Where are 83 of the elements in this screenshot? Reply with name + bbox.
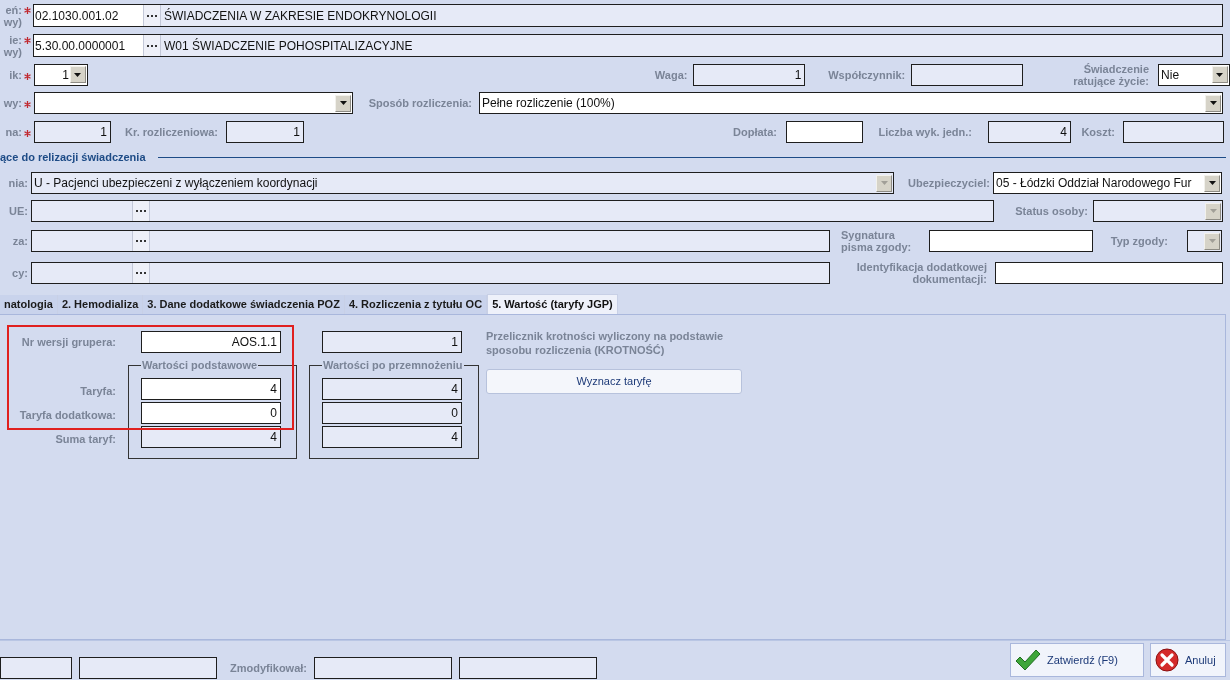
dropdown-button[interactable] [335,94,351,112]
caret-icon [1209,101,1217,105]
tab[interactable]: 2. Hemodializa [57,295,144,314]
field-label: UE: [8,205,29,217]
code-input[interactable]: 02.1030.001.02 [34,5,143,26]
tab[interactable]: 5. Wartość (taryfy JGP) [487,294,618,314]
field-label: Taryfa: [80,384,116,399]
input-field[interactable] [0,657,72,679]
dropdown-field[interactable]: 05 - Łódzki Oddział Narodowego Fur [993,172,1222,194]
code-input[interactable]: 5.30.00.0000001 [34,35,143,56]
field-label: Waga: [653,68,688,81]
field-label: na: [4,125,22,138]
input-field[interactable]: 4 [322,378,462,400]
input-field[interactable]: AOS.1.1 [141,331,281,353]
dropdown-button[interactable] [1212,66,1228,83]
dropdown-field[interactable]: 1 [33,63,88,86]
dropdown-button[interactable] [1205,94,1221,112]
input-field[interactable] [929,230,1093,252]
field-label: Nr wersji grupera: [21,335,116,350]
tab[interactable]: 3. Dane dodatkowe świadczenia POZ [143,295,345,314]
note-text: Przelicznik krotności wyliczony na podstawie sposobu rozliczenia (KROTNOŚĆ) [486,329,725,357]
field-label: Liczba wyk. jedn.: [877,125,972,138]
browse-button[interactable] [143,5,161,26]
input-field[interactable]: 4 [322,426,462,448]
lookup-text: ŚWIADCZENIA W ZAKRESIE ENDOKRYNOLOGII [163,7,438,25]
caret-icon [339,101,347,105]
ellipsis-icon [147,44,157,47]
dropdown-button[interactable] [69,66,86,83]
field-label: ie: wy) [2,34,22,58]
field-label: Taryfa dodatkowa: [19,408,116,423]
caret-icon [74,72,82,77]
caret-icon [880,181,888,185]
tab[interactable]: 4. Rozliczenia z tytułu OC [344,295,488,314]
input-field[interactable] [459,657,597,679]
field-label: cy: [11,267,29,279]
lookup-field[interactable]: 5.30.00.0000001 W01 ŚWIADCZENIE POHOSPITALIZACYJNE [33,34,1223,57]
field-label: ik: [8,68,22,81]
field-label: Suma taryf: [55,432,116,447]
input-field[interactable]: 0 [322,402,462,424]
field-label: Sygnatura pisma zgody: [841,229,913,253]
caret-icon [1216,72,1224,77]
input-field[interactable] [995,262,1223,284]
browse-button[interactable] [143,35,161,56]
dropdown-field[interactable]: Nie [1158,63,1230,86]
tab[interactable]: natologia [0,295,58,314]
cancel-button[interactable]: Anuluj [1150,643,1226,677]
field-label: Ubezpieczyciel: [907,177,990,189]
field-label: Świadczenie ratujące życie: [1072,62,1150,87]
lookup-text: W01 ŚWIADCZENIE POHOSPITALIZACYJNE [163,37,414,55]
section-title: ące do relizacji świadczenia [0,149,146,165]
input-field[interactable] [314,657,452,679]
field-label: Zmodyfikował: [229,662,307,674]
input-field[interactable] [786,120,863,143]
caret-icon [1209,209,1217,213]
close-icon [1155,648,1179,672]
dropdown-field[interactable]: Pełne rozliczenie (100%) [479,92,1223,114]
input-field[interactable]: 4 [141,378,281,400]
checkmark-icon [1015,649,1041,671]
dropdown-field[interactable] [34,92,353,114]
field-label: Identyfikacja dodatkowej dokumentacji: [855,261,987,285]
field-label: Współczynnik: [827,68,906,81]
field-label: Koszt: [1080,125,1115,138]
dropdown-button[interactable] [1204,174,1220,192]
lookup-field[interactable]: 02.1030.001.02 ŚWIADCZENIA W ZAKRESIE ENDOKRYNOLOGII [33,4,1223,27]
caret-icon [1208,239,1216,243]
confirm-button[interactable]: Zatwierdź (F9) [1010,643,1144,677]
field-label: eń: wy) [2,4,22,28]
field-label: Typ zgody: [1109,235,1168,247]
field-label: Dopłata: [732,125,777,138]
field-label: wy: [2,97,22,109]
input-field[interactable]: 0 [141,402,281,424]
compute-button[interactable]: Wyznacz taryfę [486,369,742,394]
field-label: nia: [7,177,29,189]
input-field[interactable] [79,657,217,679]
input-field[interactable]: 1 [322,331,462,353]
group-title: Wartości po przemnożeniu [322,359,464,372]
field-label: za: [11,235,29,247]
caret-icon [1208,181,1216,185]
field-label: Sposób rozliczenia: [367,97,472,109]
field-label: Kr. rozliczeniowa: [124,125,218,138]
group-title: Wartości podstawowe [141,359,259,372]
ellipsis-icon [147,14,157,17]
field-label: Status osoby: [1014,205,1088,217]
